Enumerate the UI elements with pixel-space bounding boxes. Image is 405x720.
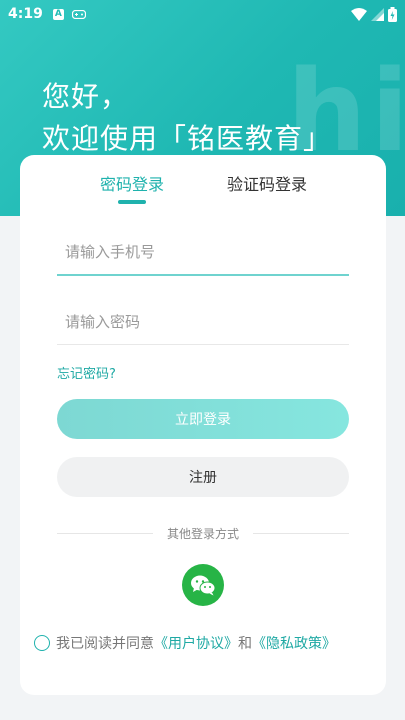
wechat-icon — [191, 575, 216, 596]
divider-line-left — [57, 532, 153, 534]
agreement-and: 和 — [238, 636, 252, 652]
password-input[interactable] — [57, 300, 349, 344]
greeting-line-1: 您好， — [42, 80, 130, 113]
wifi-icon — [351, 7, 367, 21]
register-button[interactable]: 注册 — [57, 457, 349, 497]
notification-a-icon: A — [52, 8, 64, 20]
agree-radio[interactable] — [34, 635, 50, 651]
gamepad-icon — [71, 9, 86, 19]
active-tab-indicator — [118, 200, 146, 204]
password-field — [57, 300, 349, 345]
battery-icon — [388, 7, 397, 22]
login-button[interactable]: 立即登录 — [57, 399, 349, 439]
phone-input[interactable] — [57, 230, 349, 274]
forgot-password-link[interactable]: 忘记密码? — [57, 363, 116, 382]
agreement-row: 我已阅读并同意 《用户协议》 和 《隐私政策》 — [34, 633, 336, 653]
status-right-icons — [351, 7, 397, 22]
phone-field — [57, 230, 349, 276]
greeting-line-2: 欢迎使用「铭医教育」 — [42, 122, 333, 155]
agreement-prefix: 我已阅读并同意 — [56, 636, 154, 652]
tab-password-login[interactable]: 密码登录 — [100, 171, 164, 195]
signal-icon — [371, 8, 384, 21]
greeting: 您好， 欢迎使用「铭医教育」 — [42, 76, 332, 160]
user-agreement-link[interactable]: 《用户协议》 — [154, 633, 238, 653]
divider-line-right — [253, 532, 350, 534]
login-tabs: 密码登录 验证码登录 — [20, 171, 386, 211]
status-time: 4:19 — [8, 6, 43, 22]
tab-code-login[interactable]: 验证码登录 — [227, 171, 307, 195]
login-card: 密码登录 验证码登录 忘记密码? 立即登录 注册 其他登录方式 我已阅读并同意 … — [20, 155, 386, 695]
wechat-login-button[interactable] — [182, 564, 224, 606]
other-login-divider: 其他登录方式 — [57, 523, 350, 543]
privacy-policy-link[interactable]: 《隐私政策》 — [252, 633, 336, 653]
other-login-label: 其他登录方式 — [167, 526, 240, 541]
status-bar: 4:19 A — [0, 0, 405, 28]
